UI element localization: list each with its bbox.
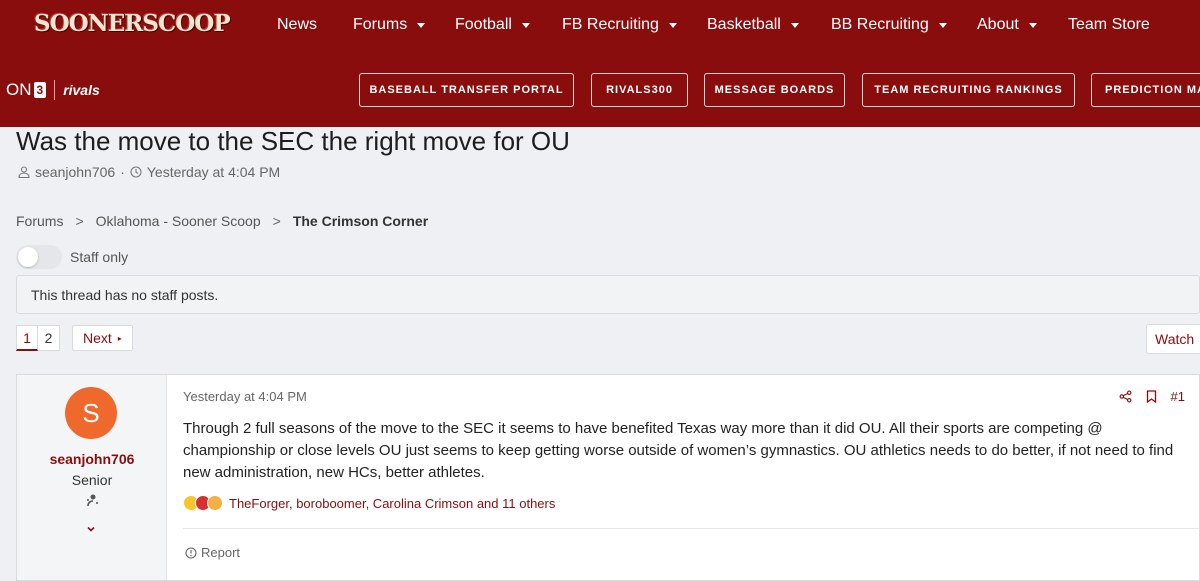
caret-down-icon [1028, 22, 1037, 28]
post: S seanjohn706 Senior Yesterday at 4:04 P… [16, 374, 1200, 581]
post-actions: #1 [1105, 389, 1185, 404]
page-1-link[interactable]: 1 [16, 325, 38, 351]
network-divider [54, 80, 56, 100]
nav-label: News [277, 16, 318, 33]
breadcrumb-oklahoma-sooner-scoop[interactable]: Oklahoma - Sooner Scoop [96, 213, 261, 229]
nav-bb-recruiting[interactable]: BB Recruiting [831, 16, 947, 34]
report-link[interactable]: Report [185, 545, 240, 560]
bookmark-icon[interactable] [1146, 390, 1157, 403]
quick-link-rivals300[interactable]: RIVALS300 [591, 73, 688, 107]
user-badge-icon [87, 494, 98, 507]
post-number[interactable]: #1 [1171, 389, 1185, 404]
quick-link-baseball-transfer-portal[interactable]: BASEBALL TRANSFER PORTAL [359, 73, 574, 107]
caret-down-icon [668, 22, 677, 28]
heart-eyes-emoji-icon [207, 495, 223, 511]
nav-label: BB Recruiting [831, 16, 929, 33]
quick-link-message-boards[interactable]: MESSAGE BOARDS [704, 73, 845, 107]
alert-circle-icon [185, 546, 197, 559]
chevron-right-icon: > [272, 213, 281, 229]
caret-down-icon [521, 22, 530, 28]
breadcrumb-forums[interactable]: Forums [16, 213, 63, 229]
breadcrumb-crimson-corner[interactable]: The Crimson Corner [293, 213, 428, 229]
nav-forums[interactable]: Forums [353, 16, 426, 34]
quick-link-team-recruiting-rankings[interactable]: TEAM RECRUITING RANKINGS [862, 73, 1075, 107]
post-divider [183, 528, 1199, 529]
next-label: Next [83, 330, 112, 346]
staff-only-toggle-row: Staff only [16, 245, 128, 269]
top-navbar: SOONERSCOOP News Forums Football FB Recr… [0, 0, 1200, 52]
caret-down-icon [938, 22, 947, 28]
nav-label: About [977, 16, 1019, 33]
thread-title: Was the move to the SEC the right move f… [16, 126, 570, 156]
share-icon[interactable] [1119, 390, 1132, 403]
nav-label: Forums [353, 16, 408, 33]
avatar[interactable]: S [65, 387, 117, 439]
reactions-text[interactable]: TheForger, boroboomer, Carolina Crimson … [229, 496, 555, 511]
thread-author[interactable]: seanjohn706 [35, 164, 115, 180]
post-user-column: S seanjohn706 Senior [17, 375, 167, 580]
nav-label: Basketball [707, 16, 781, 33]
caret-down-icon [790, 22, 799, 28]
next-page-button[interactable]: Next ▸ [72, 325, 133, 351]
nav-label: FB Recruiting [562, 16, 659, 33]
chevron-right-icon: > [75, 213, 84, 229]
reactions-bar[interactable]: TheForger, boroboomer, Carolina Crimson … [183, 495, 555, 511]
meta-separator: · [120, 164, 125, 180]
nav-team-store[interactable]: Team Store [1068, 16, 1150, 34]
on3-number: 3 [33, 82, 47, 98]
staff-only-label: Staff only [70, 249, 129, 265]
network-bar: ON 3 rivals BASEBALL TRANSFER PORTAL RIV… [0, 52, 1200, 127]
nav-about[interactable]: About [977, 16, 1037, 34]
nav-label: Team Store [1068, 16, 1150, 33]
caret-down-icon [417, 22, 426, 28]
staff-notice: This thread has no staff posts. [16, 275, 1200, 314]
staff-only-toggle[interactable] [16, 245, 62, 269]
post-date[interactable]: Yesterday at 4:04 PM [183, 389, 307, 404]
triangle-right-icon: ▸ [117, 333, 122, 343]
user-rank: Senior [71, 472, 113, 488]
on3-label: ON [6, 80, 32, 99]
post-body: Through 2 full seasons of the move to th… [183, 420, 1174, 481]
nav-news[interactable]: News [277, 16, 317, 34]
site-logo[interactable]: SOONERSCOOP [34, 10, 231, 37]
thread-date[interactable]: Yesterday at 4:04 PM [147, 164, 280, 180]
user-icon [18, 166, 30, 178]
chevron-down-icon[interactable] [85, 523, 97, 535]
toggle-knob [18, 247, 38, 267]
quick-link-prediction-machine[interactable]: PREDICTION MA [1091, 73, 1200, 107]
post-username[interactable]: seanjohn706 [17, 451, 167, 467]
clock-icon [130, 166, 142, 178]
nav-football[interactable]: Football [455, 16, 530, 34]
watch-button[interactable]: Watch [1146, 324, 1200, 354]
network-logo[interactable]: ON 3 rivals [6, 80, 100, 100]
breadcrumb: Forums > Oklahoma - Sooner Scoop > The C… [16, 213, 428, 229]
nav-label: Football [455, 16, 512, 33]
nav-basketball[interactable]: Basketball [707, 16, 799, 34]
pagination: 1 2 Next ▸ [16, 325, 133, 351]
report-label: Report [201, 545, 241, 560]
page-2-link[interactable]: 2 [38, 325, 60, 351]
thread-meta: seanjohn706 · Yesterday at 4:04 PM [18, 164, 280, 180]
nav-fb-recruiting[interactable]: FB Recruiting [562, 16, 677, 34]
rivals-label: rivals [63, 82, 100, 98]
